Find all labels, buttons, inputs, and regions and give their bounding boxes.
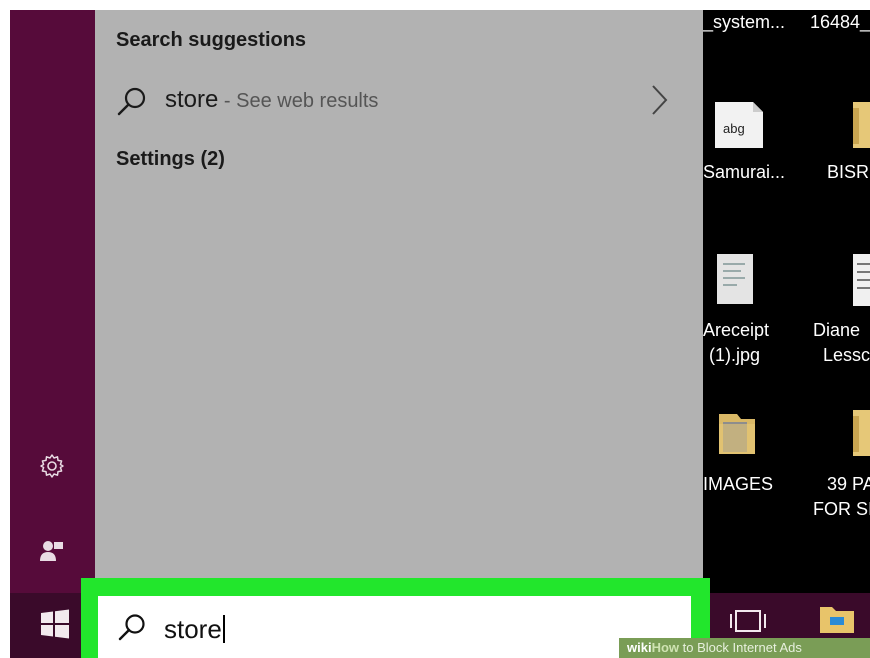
taskbar-search-box[interactable]: store bbox=[98, 596, 691, 658]
user-account-icon[interactable] bbox=[37, 535, 67, 565]
search-suggestions-heading: Search suggestions bbox=[116, 29, 307, 51]
desktop-icon-label-39pa-1[interactable]: 39 PA bbox=[827, 472, 870, 497]
desktop-label-top-1[interactable]: _system... bbox=[703, 10, 785, 35]
wikihow-watermark: wikiHow to Block Internet Ads bbox=[619, 638, 870, 658]
abg-file-icon[interactable]: abg bbox=[711, 100, 765, 155]
search-icon bbox=[115, 85, 149, 124]
desktop-icon-label-samurai[interactable]: Samurai... bbox=[703, 160, 785, 185]
desktop-icon-label-areceipt-2[interactable]: (1).jpg bbox=[709, 343, 760, 368]
desktop-icon-label-diane-2[interactable]: Lessc bbox=[823, 343, 870, 368]
folder-icon[interactable] bbox=[851, 102, 870, 153]
task-view-icon[interactable] bbox=[728, 605, 768, 642]
watermark-how: How bbox=[651, 640, 680, 655]
suggestion-subtitle: See web results bbox=[236, 90, 379, 112]
desktop-label-top-2[interactable]: 16484_ bbox=[810, 10, 870, 35]
watermark-text: to Block Internet Ads bbox=[679, 640, 802, 655]
search-query: store bbox=[164, 614, 222, 644]
frame-border-left bbox=[0, 0, 10, 658]
watermark-wiki: wiki bbox=[627, 640, 652, 655]
desktop-icon-label-diane-1[interactable]: Diane bbox=[813, 318, 860, 343]
search-icon bbox=[116, 612, 148, 649]
image-file-icon[interactable] bbox=[715, 252, 755, 311]
folder-icon[interactable] bbox=[717, 410, 757, 463]
suggestion-text: store - See web results bbox=[165, 86, 378, 114]
suggestion-term: store bbox=[165, 86, 219, 113]
start-sidebar bbox=[10, 10, 95, 593]
suggestion-separator: - bbox=[218, 90, 237, 112]
chevron-right-icon[interactable] bbox=[648, 83, 670, 122]
search-input[interactable]: store bbox=[164, 614, 225, 645]
folder-icon[interactable] bbox=[851, 410, 870, 461]
desktop-icon-label-images[interactable]: IMAGES bbox=[703, 472, 773, 497]
desktop-area: _system... 16484_ abg Samurai... BISR Ar… bbox=[703, 10, 870, 593]
windows-start-icon[interactable] bbox=[40, 609, 70, 644]
abg-badge-text: abg bbox=[723, 121, 745, 136]
file-explorer-icon[interactable] bbox=[818, 603, 856, 635]
frame-border-top bbox=[0, 0, 870, 10]
desktop-icon-label-39pa-2[interactable]: FOR SI bbox=[813, 497, 870, 522]
settings-gear-icon[interactable] bbox=[37, 451, 67, 481]
search-results-panel: Search suggestions store - See web resul… bbox=[95, 10, 703, 593]
document-icon[interactable] bbox=[851, 254, 870, 311]
desktop-icon-label-bisr[interactable]: BISR bbox=[827, 160, 869, 185]
text-caret bbox=[222, 615, 225, 643]
web-search-suggestion[interactable]: store - See web results bbox=[95, 77, 703, 123]
settings-heading[interactable]: Settings (2) bbox=[116, 148, 225, 171]
desktop-icon-label-areceipt-1[interactable]: Areceipt bbox=[703, 318, 769, 343]
